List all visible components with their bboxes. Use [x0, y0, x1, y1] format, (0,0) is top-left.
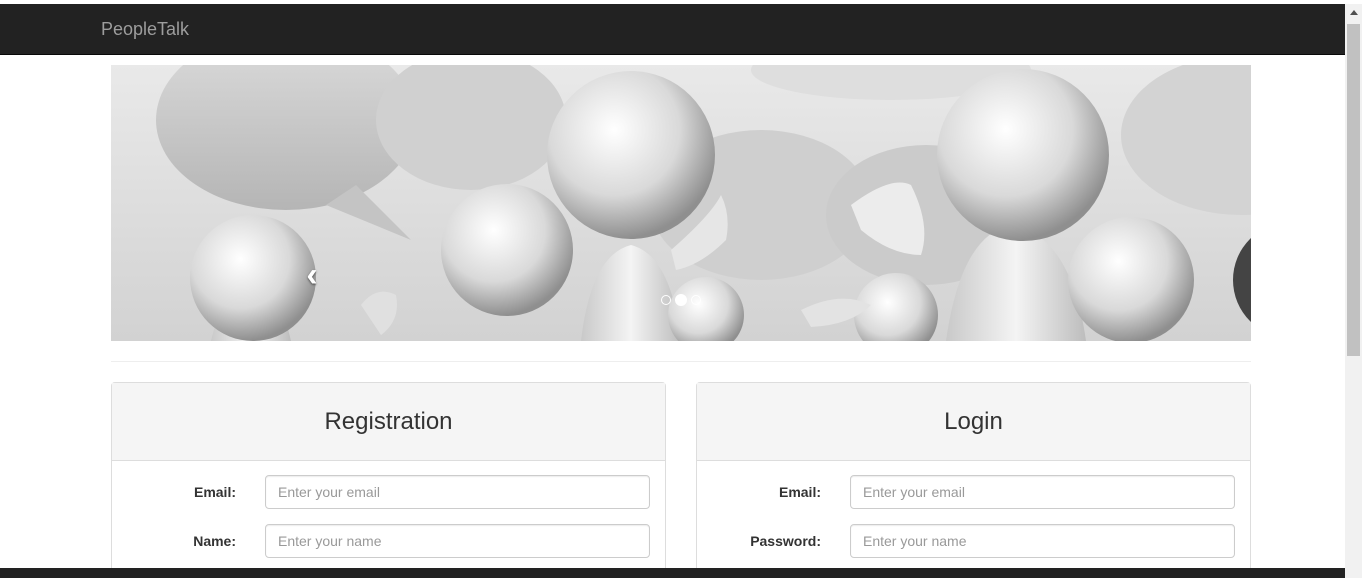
vertical-scrollbar[interactable] [1345, 4, 1362, 578]
carousel-indicator-3[interactable] [691, 295, 701, 305]
brand-link[interactable]: PeopleTalk [101, 19, 189, 40]
section-divider [111, 361, 1251, 362]
bottom-bar [0, 568, 1345, 578]
carousel-indicator-1[interactable] [661, 295, 671, 305]
login-password-input[interactable] [850, 524, 1235, 558]
registration-name-label: Name: [193, 533, 236, 549]
scrollbar-thumb[interactable] [1347, 24, 1360, 356]
top-navbar: PeopleTalk [0, 4, 1345, 55]
login-panel-heading: Login [697, 383, 1250, 461]
login-panel: Login Email: Password: [696, 382, 1251, 578]
registration-email-input[interactable] [265, 475, 650, 509]
login-password-row: Password: [697, 524, 1250, 558]
registration-panel-heading: Registration [112, 383, 665, 461]
carousel-indicators [661, 294, 701, 306]
scroll-up-arrow-icon[interactable] [1345, 4, 1362, 21]
login-title: Login [944, 407, 1003, 435]
login-email-label: Email: [778, 484, 821, 500]
registration-email-label: Email: [193, 484, 236, 500]
registration-name-row: Name: [112, 524, 665, 558]
registration-panel: Registration Email: Name: [111, 382, 666, 578]
carousel-indicator-2[interactable] [675, 294, 687, 306]
registration-title: Registration [324, 407, 453, 435]
login-email-input[interactable] [850, 475, 1235, 509]
chevron-left-icon: ‹ [306, 255, 318, 294]
carousel-prev-control[interactable]: ‹ [297, 255, 327, 295]
login-email-row: Email: [697, 475, 1250, 509]
login-password-label: Password: [750, 533, 821, 549]
registration-email-row: Email: [112, 475, 665, 509]
registration-name-input[interactable] [265, 524, 650, 558]
